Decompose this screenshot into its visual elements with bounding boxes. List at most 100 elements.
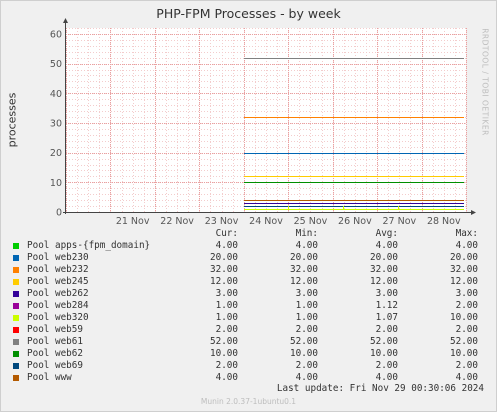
legend-max-value: 10.00	[450, 312, 478, 323]
legend-series-name: Pool web245	[27, 276, 89, 287]
legend-cur-value: 2.00	[215, 324, 238, 335]
legend-header-row: Cur: Min: Avg: Max:	[12, 228, 482, 240]
legend-max-value: 2.00	[455, 324, 478, 335]
legend-avg-value: 20.00	[370, 252, 398, 263]
legend-header-max: Max:	[455, 228, 478, 239]
y-tick-label: 40	[50, 89, 62, 100]
legend-series-name: Pool web230	[27, 252, 89, 263]
legend-swatch	[13, 303, 19, 309]
legend-swatch	[13, 351, 19, 357]
legend-avg-value: 32.00	[370, 264, 398, 275]
legend-series-name: Pool web320	[27, 312, 89, 323]
legend-swatch	[13, 363, 19, 369]
legend-cur-value: 52.00	[210, 336, 238, 347]
legend-series-name: Pool web262	[27, 288, 89, 299]
y-tick-label: 30	[50, 118, 62, 129]
legend-cur-value: 20.00	[210, 252, 238, 263]
x-tick-label: 21 Nov	[116, 216, 150, 227]
legend-cur-value: 4.00	[215, 240, 238, 251]
legend-header-min: Min:	[295, 228, 318, 239]
legend-avg-value: 52.00	[370, 336, 398, 347]
legend-max-value: 10.00	[450, 348, 478, 359]
legend-avg-value: 10.00	[370, 348, 398, 359]
legend-series-name: Pool web284	[27, 300, 89, 311]
legend-swatch	[13, 291, 19, 297]
legend-cur-value: 1.00	[215, 300, 238, 311]
legend-series-name: Pool web232	[27, 264, 89, 275]
x-tick-label: 23 Nov	[205, 216, 239, 227]
last-update: Last update: Fri Nov 29 00:30:06 2024	[276, 383, 484, 394]
legend-series-name: Pool web61	[27, 336, 83, 347]
legend-avg-value: 2.00	[375, 324, 398, 335]
legend-swatch	[13, 375, 19, 381]
legend-swatch	[13, 327, 19, 333]
legend-series-name: Pool apps-{fpm_domain}	[27, 240, 151, 251]
legend-row: Pool web62 10.00 10.00 10.00 10.00	[12, 348, 482, 360]
legend-row: Pool web230 20.00 20.00 20.00 20.00	[12, 252, 482, 264]
legend-swatch	[13, 339, 19, 345]
legend-header-avg: Avg:	[375, 228, 398, 239]
legend-min-value: 10.00	[290, 348, 318, 359]
legend-max-value: 3.00	[455, 288, 478, 299]
legend-cur-value: 3.00	[215, 288, 238, 299]
legend-avg-value: 2.00	[375, 360, 398, 371]
legend-avg-value: 1.07	[375, 312, 398, 323]
legend-rows: Pool apps-{fpm_domain} 4.00 4.00 4.00 4.00 Po…	[12, 240, 482, 384]
x-tick-label: 26 Nov	[338, 216, 372, 227]
legend-row: Pool web245 12.00 12.00 12.00 12.00	[12, 276, 482, 288]
munin-version: Munin 2.0.37-1ubuntu0.1	[200, 397, 297, 406]
legend-max-value: 4.00	[455, 240, 478, 251]
legend-row: Pool apps-{fpm_domain} 4.00 4.00 4.00 4.00	[12, 240, 482, 252]
legend-series-name: Pool web59	[27, 324, 83, 335]
x-tick-label: 24 Nov	[249, 216, 283, 227]
legend-min-value: 2.00	[295, 324, 318, 335]
legend-swatch	[13, 243, 19, 249]
legend-row: Pool web284 1.00 1.00 1.12 2.00	[12, 300, 482, 312]
legend-min-value: 12.00	[290, 276, 318, 287]
legend-min-value: 32.00	[290, 264, 318, 275]
legend-swatch	[13, 255, 19, 261]
legend-cur-value: 4.00	[215, 372, 238, 383]
legend-row: Pool web59 2.00 2.00 2.00 2.00	[12, 324, 482, 336]
legend-cur-value: 32.00	[210, 264, 238, 275]
legend-cur-value: 2.00	[215, 360, 238, 371]
legend-swatch	[13, 267, 19, 273]
legend-avg-value: 3.00	[375, 288, 398, 299]
legend-row: Pool web262 3.00 3.00 3.00 3.00	[12, 288, 482, 300]
legend-cur-value: 10.00	[210, 348, 238, 359]
legend-avg-value: 1.12	[375, 300, 398, 311]
legend-max-value: 2.00	[455, 360, 478, 371]
legend-max-value: 20.00	[450, 252, 478, 263]
legend-row: Pool web320 1.00 1.00 1.07 10.00	[12, 312, 482, 324]
legend-min-value: 52.00	[290, 336, 318, 347]
legend-header-cur: Cur:	[215, 228, 238, 239]
x-tick-label: 27 Nov	[383, 216, 417, 227]
legend-min-value: 2.00	[295, 360, 318, 371]
legend-min-value: 1.00	[295, 312, 318, 323]
y-tick-label: 0	[56, 208, 62, 219]
x-tick-label: 28 Nov	[427, 216, 461, 227]
legend-min-value: 4.00	[295, 240, 318, 251]
legend-table: Cur: Min: Avg: Max: Pool apps-{fpm_domai…	[12, 228, 482, 384]
x-axis-arrow	[471, 210, 476, 215]
legend-cur-value: 1.00	[215, 312, 238, 323]
legend-min-value: 20.00	[290, 252, 318, 263]
y-axis-arrow	[63, 18, 68, 23]
legend-series-name: Pool web62	[27, 348, 83, 359]
y-tick-label: 60	[50, 29, 62, 40]
legend-min-value: 3.00	[295, 288, 318, 299]
legend-max-value: 52.00	[450, 336, 478, 347]
legend-series-name: Pool web69	[27, 360, 83, 371]
legend-min-value: 1.00	[295, 300, 318, 311]
legend-swatch	[13, 279, 19, 285]
legend-avg-value: 12.00	[370, 276, 398, 287]
x-tick-label: 22 Nov	[160, 216, 194, 227]
y-tick-label: 20	[50, 148, 62, 159]
legend-series-name: Pool www	[27, 372, 72, 383]
legend-row: Pool web232 32.00 32.00 32.00 32.00	[12, 264, 482, 276]
y-tick-label: 50	[50, 59, 62, 70]
legend-row: Pool web61 52.00 52.00 52.00 52.00	[12, 336, 482, 348]
legend-row: Pool web69 2.00 2.00 2.00 2.00	[12, 360, 482, 372]
legend-max-value: 32.00	[450, 264, 478, 275]
legend-avg-value: 4.00	[375, 240, 398, 251]
